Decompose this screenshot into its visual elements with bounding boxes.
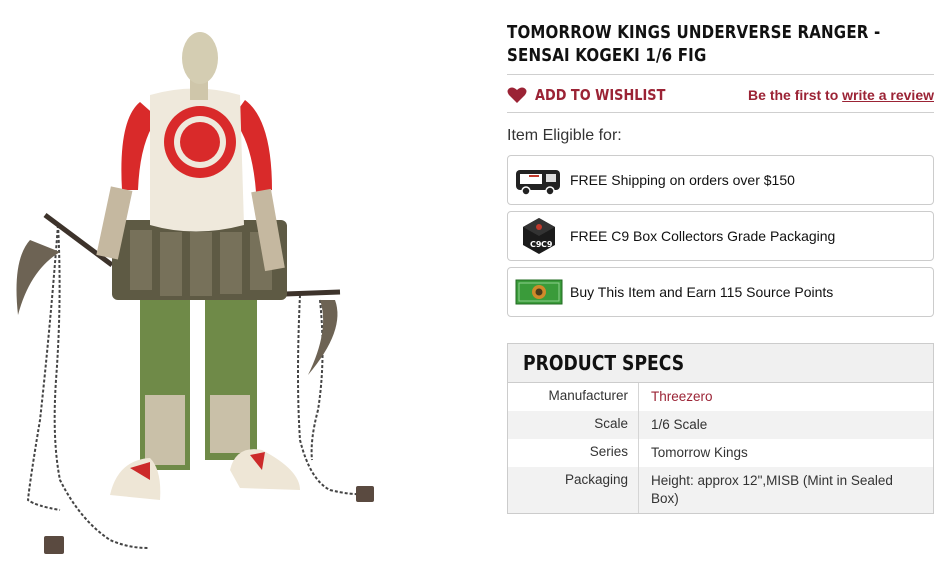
product-image[interactable] xyxy=(0,0,480,566)
review-prompt: Be the first to write a review xyxy=(748,87,934,103)
action-figure-illustration xyxy=(16,32,374,554)
benefit-text: FREE C9 Box Collectors Grade Packaging xyxy=(570,228,836,244)
c9-box-icon: C9 C9 xyxy=(508,216,570,256)
review-prefix: Be the first to xyxy=(748,87,839,103)
spec-value: Height: approx 12",MISB (Mint in Sealed … xyxy=(651,473,893,506)
wishlist-review-row: ADD TO WISHLIST Be the first to write a … xyxy=(507,80,934,110)
spec-key: Scale xyxy=(508,411,639,439)
spec-key: Packaging xyxy=(508,467,639,513)
specs-header: PRODUCT SPECS xyxy=(508,344,933,383)
spec-row: Packaging Height: approx 12",MISB (Mint … xyxy=(508,467,933,513)
spec-value: 1/6 Scale xyxy=(651,417,708,432)
add-to-wishlist-button[interactable]: ADD TO WISHLIST xyxy=(507,86,687,104)
product-title: TOMORROW KINGS UNDERVERSE RANGER - SENSA… xyxy=(507,23,881,66)
spec-row: Scale 1/6 Scale xyxy=(508,411,933,439)
shipping-truck-icon xyxy=(508,164,570,196)
specs-heading: PRODUCT SPECS xyxy=(523,351,685,375)
benefit-text: Buy This Item and Earn 115 Source Points xyxy=(570,284,834,300)
source-points-benefit[interactable]: Buy This Item and Earn 115 Source Points xyxy=(507,267,934,317)
spec-row: Manufacturer Threezero xyxy=(508,383,933,411)
benefit-text: FREE Shipping on orders over $150 xyxy=(570,172,795,188)
free-shipping-benefit[interactable]: FREE Shipping on orders over $150 xyxy=(507,155,934,205)
write-review-link[interactable]: write a review xyxy=(842,87,934,103)
c9-box-benefit[interactable]: C9 C9 FREE C9 Box Collectors Grade Packa… xyxy=(507,211,934,261)
spec-key: Series xyxy=(508,439,639,467)
spec-key: Manufacturer xyxy=(508,383,639,411)
divider xyxy=(507,74,934,75)
spec-value: Tomorrow Kings xyxy=(651,445,748,460)
wishlist-label: ADD TO WISHLIST xyxy=(535,86,666,104)
heart-icon xyxy=(507,87,527,103)
source-points-icon xyxy=(508,279,570,305)
divider xyxy=(507,112,934,113)
svg-text:C9: C9 xyxy=(541,240,553,249)
eligible-heading: Item Eligible for: xyxy=(507,127,622,144)
product-specs-table: PRODUCT SPECS Manufacturer Threezero Sca… xyxy=(507,343,934,514)
manufacturer-link[interactable]: Threezero xyxy=(639,383,933,411)
product-details: TOMORROW KINGS UNDERVERSE RANGER - SENSA… xyxy=(507,22,934,514)
spec-row: Series Tomorrow Kings xyxy=(508,439,933,467)
